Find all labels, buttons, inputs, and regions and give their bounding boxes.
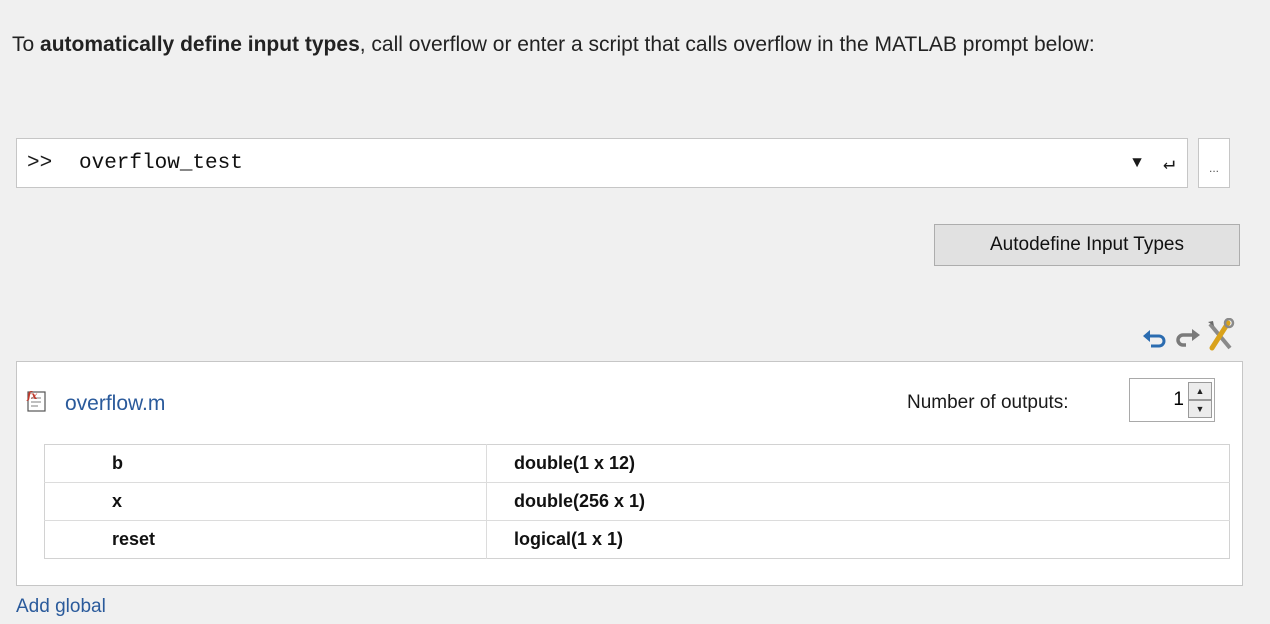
- spin-down-icon[interactable]: ▼: [1188, 400, 1212, 418]
- number-of-outputs-spinner[interactable]: ▲ ▼: [1129, 378, 1215, 422]
- browse-button[interactable]: ...: [1198, 138, 1230, 188]
- matlab-prompt[interactable]: >> ▼ ↵: [16, 138, 1188, 188]
- input-name[interactable]: x: [44, 482, 487, 521]
- instructions-suffix: , call overflow or enter a script that c…: [359, 33, 1095, 56]
- undo-icon[interactable]: [1140, 318, 1172, 354]
- instructions-prefix: To: [12, 33, 41, 56]
- tools-icon[interactable]: [1204, 317, 1236, 354]
- instructions-text: To automatically define input types, cal…: [12, 28, 1192, 62]
- input-name[interactable]: reset: [44, 520, 487, 559]
- add-global-link[interactable]: Add global: [16, 596, 106, 618]
- table-row[interactable]: x double(256 x 1): [44, 482, 1230, 521]
- enter-return-icon[interactable]: ↵: [1151, 150, 1187, 176]
- redo-icon[interactable]: [1172, 318, 1204, 354]
- svg-text:fx: fx: [26, 391, 38, 402]
- spin-up-icon[interactable]: ▲: [1188, 382, 1212, 400]
- table-row[interactable]: reset logical(1 x 1): [44, 520, 1230, 559]
- number-of-outputs-input[interactable]: [1130, 379, 1186, 421]
- input-type[interactable]: double(256 x 1): [486, 482, 1230, 521]
- prompt-command-input[interactable]: [79, 151, 1123, 175]
- input-types-table: b double(1 x 12) x double(256 x 1) reset…: [44, 444, 1230, 559]
- function-input-panel: fx overflow.m Number of outputs: ▲ ▼ b d…: [16, 361, 1243, 586]
- number-of-outputs-label: Number of outputs:: [907, 392, 1069, 413]
- dropdown-arrow-icon[interactable]: ▼: [1123, 154, 1151, 172]
- input-type[interactable]: logical(1 x 1): [487, 521, 1230, 559]
- input-type[interactable]: double(1 x 12): [486, 444, 1230, 483]
- autodefine-input-types-button[interactable]: Autodefine Input Types: [934, 224, 1240, 266]
- function-name-link[interactable]: overflow.m: [65, 392, 165, 416]
- instructions-emphasis: automatically define input types: [40, 33, 360, 56]
- toolbar: [1140, 317, 1240, 358]
- function-file-icon: fx: [25, 389, 49, 413]
- table-row[interactable]: b double(1 x 12): [44, 444, 1230, 483]
- input-name[interactable]: b: [44, 444, 487, 483]
- prompt-marker: >>: [27, 151, 53, 175]
